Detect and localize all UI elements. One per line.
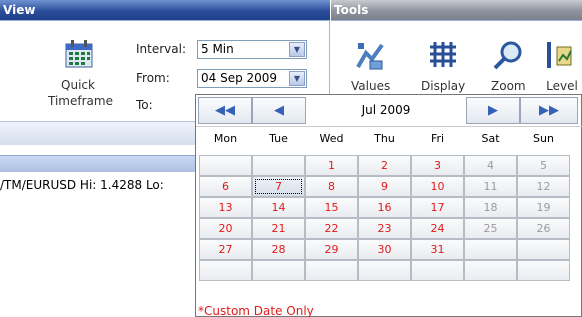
weekday-label: Fri <box>430 132 445 145</box>
weekday-header: Mon Tue Wed Thu Fri Sat Sun <box>196 126 582 150</box>
calendar-day-cell[interactable]: 8 <box>305 176 358 197</box>
level-label: Level <box>546 79 578 93</box>
calendar-empty-cell <box>358 260 411 281</box>
calendar-empty-cell <box>464 239 517 260</box>
calendar-empty-cell <box>305 260 358 281</box>
display-label: Display <box>421 79 466 93</box>
level-icon <box>547 42 572 68</box>
calendar-empty-cell <box>199 260 252 281</box>
tools-panel-header: Tools <box>331 0 582 21</box>
calendar-day-cell[interactable]: 4 <box>464 155 517 176</box>
chevron-down-icon[interactable]: ▼ <box>289 42 305 57</box>
calendar-day-cell[interactable]: 20 <box>199 218 252 239</box>
calendar-empty-cell <box>411 260 464 281</box>
calendar-empty-cell <box>464 260 517 281</box>
calendar-day-cell[interactable]: 28 <box>252 239 305 260</box>
from-label: From: <box>136 71 170 85</box>
calendar-day-cell[interactable]: 19 <box>517 197 570 218</box>
chevron-down-icon[interactable]: ▼ <box>289 71 305 86</box>
view-panel-title: View <box>3 3 36 17</box>
display-icon <box>430 42 457 67</box>
custom-date-footnote: *Custom Date Only <box>198 304 314 317</box>
month-label: Jul 2009 <box>361 103 411 117</box>
double-right-arrow-icon: ▶▶ <box>539 103 559 118</box>
double-left-arrow-icon: ◀◀ <box>215 103 235 118</box>
quick-timeframe-label-line2: Timeframe <box>48 94 113 108</box>
calendar-empty-cell <box>252 260 305 281</box>
quick-timeframe-label-line1: Quick <box>61 78 95 92</box>
calendar-day-cell[interactable]: 23 <box>358 218 411 239</box>
calendar-day-cell[interactable]: 25 <box>464 218 517 239</box>
weekday-label: Sat <box>481 132 500 145</box>
tools-panel-title: Tools <box>334 3 369 17</box>
zoom-icon <box>493 41 522 70</box>
prev-year-button[interactable]: ◀◀ <box>198 97 252 124</box>
interval-label: Interval: <box>136 42 186 56</box>
calendar-day-cell[interactable]: 14 <box>252 197 305 218</box>
interval-select[interactable]: 5 Min ▼ <box>197 40 307 59</box>
calendar-day-cell[interactable]: 10 <box>411 176 464 197</box>
calendar-nav: ◀◀ ◀ Jul 2009 ▶ ▶▶ <box>196 95 582 126</box>
calendar-day-cell[interactable]: 27 <box>199 239 252 260</box>
level-button[interactable]: Level <box>545 39 579 93</box>
calendar-empty-cell <box>252 155 305 176</box>
calendar-icon[interactable] <box>64 39 94 69</box>
from-date-field[interactable]: 04 Sep 2009 ▼ <box>197 69 307 88</box>
calendar-day-cell[interactable]: 7 <box>252 176 305 197</box>
calendar-day-cell[interactable]: 13 <box>199 197 252 218</box>
calendar-day-cell[interactable]: 31 <box>411 239 464 260</box>
calendar-day-cell[interactable]: 5 <box>517 155 570 176</box>
values-button[interactable]: Values <box>351 39 390 93</box>
weekday-label: Mon <box>213 132 238 145</box>
calendar-day-cell[interactable]: 17 <box>411 197 464 218</box>
quick-timeframe-button[interactable]: Quick Timeframe <box>48 77 113 109</box>
calendar-day-cell[interactable]: 2 <box>358 155 411 176</box>
weekday-label: Sun <box>533 132 554 145</box>
calendar-day-cell[interactable]: 26 <box>517 218 570 239</box>
right-arrow-icon: ▶ <box>488 103 498 118</box>
calendar-day-cell[interactable]: 11 <box>464 176 517 197</box>
zoom-button[interactable]: Zoom <box>491 39 526 93</box>
values-label: Values <box>351 79 391 93</box>
display-button[interactable]: Display <box>421 39 465 93</box>
prev-month-button[interactable]: ◀ <box>252 97 306 124</box>
weekday-label: Wed <box>319 132 344 145</box>
calendar-day-cell[interactable]: 29 <box>305 239 358 260</box>
calendar-empty-cell <box>199 155 252 176</box>
calendar-day-cell[interactable]: 15 <box>305 197 358 218</box>
calendar-day-cell[interactable]: 30 <box>358 239 411 260</box>
zoom-label: Zoom <box>491 79 526 93</box>
calendar-empty-cell <box>517 260 570 281</box>
from-date-value: 04 Sep 2009 <box>201 71 278 85</box>
calendar-day-cell[interactable]: 21 <box>252 218 305 239</box>
calendar-day-cell[interactable]: 16 <box>358 197 411 218</box>
next-month-button[interactable]: ▶ <box>466 97 520 124</box>
left-arrow-icon: ◀ <box>274 103 284 118</box>
calendar-day-cell[interactable]: 1 <box>305 155 358 176</box>
interval-value: 5 Min <box>201 42 234 56</box>
symbol-status-text: /TM/EURUSD Hi: 1.4288 Lo: <box>0 178 164 192</box>
next-year-button[interactable]: ▶▶ <box>520 97 578 124</box>
weekday-label: Tue <box>269 132 288 145</box>
calendar-empty-cell <box>517 239 570 260</box>
date-picker-calendar[interactable]: ◀◀ ◀ Jul 2009 ▶ ▶▶ Mon Tue Wed Thu Fri S… <box>195 94 582 317</box>
calendar-day-cell[interactable]: 3 <box>411 155 464 176</box>
calendar-day-cell[interactable]: 9 <box>358 176 411 197</box>
calendar-day-cell[interactable]: 12 <box>517 176 570 197</box>
view-panel-header: View <box>0 0 330 21</box>
weekday-label: Thu <box>374 132 395 145</box>
calendar-day-cell[interactable]: 18 <box>464 197 517 218</box>
values-icon <box>355 43 384 70</box>
calendar-day-cell[interactable]: 22 <box>305 218 358 239</box>
to-label: To: <box>136 98 153 112</box>
calendar-day-cell[interactable]: 24 <box>411 218 464 239</box>
calendar-day-cell[interactable]: 6 <box>199 176 252 197</box>
